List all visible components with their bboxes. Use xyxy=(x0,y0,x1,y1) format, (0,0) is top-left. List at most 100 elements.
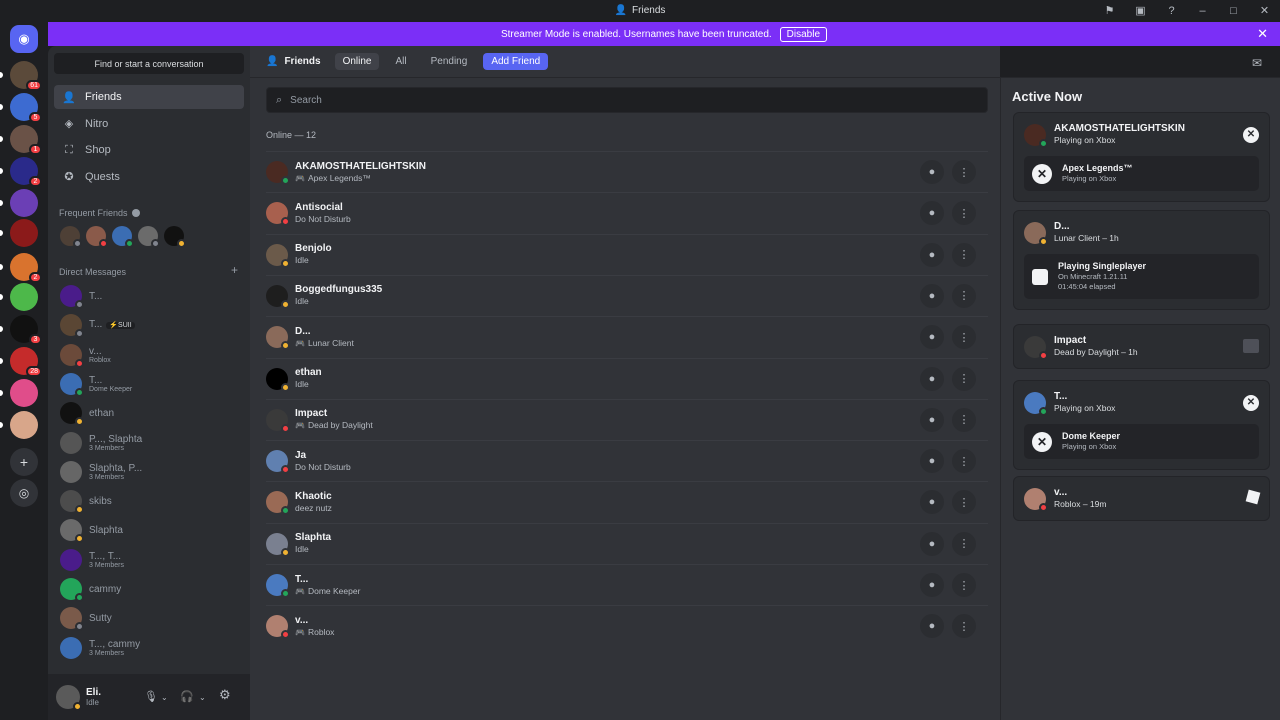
friend-row[interactable]: Antisocial Do Not Disturb ● ⋮ xyxy=(266,192,988,233)
activity-card[interactable]: v... Roblox – 19m xyxy=(1013,476,1270,521)
dm-list-item[interactable]: T..., T... 3 Members xyxy=(54,546,244,574)
friend-row[interactable]: ethan Idle ● ⋮ xyxy=(266,357,988,399)
message-icon[interactable]: ● xyxy=(920,242,944,267)
message-icon[interactable]: ● xyxy=(920,573,944,597)
dm-list-item[interactable]: T... Dome Keeper xyxy=(54,370,244,398)
friend-row[interactable]: Slaphta Idle ● ⋮ xyxy=(266,522,988,564)
friend-row[interactable]: Impact 🎮 Dead by Daylight ● ⋮ xyxy=(266,398,988,440)
friend-row[interactable]: AKAMOSTHATELIGHTSKIN 🎮 Apex Legends™ ● ⋮ xyxy=(266,151,988,192)
tab-all[interactable]: All xyxy=(387,53,414,70)
maximize-button[interactable]: □ xyxy=(1218,0,1249,21)
message-icon[interactable]: ● xyxy=(920,283,944,308)
message-icon[interactable]: ● xyxy=(920,201,944,226)
nav-item-friends[interactable]: 👤 Friends xyxy=(54,85,244,109)
friend-row[interactable]: Boggedfungus335 Idle ● ⋮ xyxy=(266,274,988,316)
new-group-dm-icon[interactable]: ✉ xyxy=(1252,56,1262,70)
dm-list-item[interactable]: v... Roblox xyxy=(54,341,244,369)
avatar[interactable] xyxy=(60,226,82,248)
add-friend-button[interactable]: Add Friend xyxy=(483,53,549,70)
dm-list-item[interactable]: Slaphta, P... 3 Members xyxy=(54,458,244,486)
settings-gear-icon[interactable]: ⚙ xyxy=(219,687,231,703)
microphone-icon[interactable]: 🎙 xyxy=(144,690,158,703)
activity-card[interactable]: D... Lunar Client – 1h Playing Singleplaye… xyxy=(1013,210,1270,310)
minimize-button[interactable]: – xyxy=(1187,0,1218,21)
disable-button[interactable]: Disable xyxy=(779,26,828,42)
discord-home-button[interactable]: ◉ xyxy=(10,25,38,53)
more-options-icon[interactable]: ⋮ xyxy=(952,160,976,184)
add-server-button[interactable]: + xyxy=(10,448,38,476)
activity-card[interactable]: T... Playing on Xbox ✕ ✕ Dome Keeper Playing … xyxy=(1013,380,1270,470)
nav-item-shop[interactable]: ⛶ Shop xyxy=(54,138,244,162)
avatar[interactable] xyxy=(138,226,160,248)
server-icon[interactable] xyxy=(10,189,38,217)
message-icon[interactable]: ● xyxy=(920,449,944,474)
friend-row[interactable]: Benjolo Idle ● ⋮ xyxy=(266,233,988,275)
discover-icon[interactable]: ◎ xyxy=(10,479,38,507)
server-icon[interactable] xyxy=(10,379,38,407)
dm-list-item[interactable]: ethan xyxy=(54,399,244,427)
more-options-icon[interactable]: ⋮ xyxy=(952,407,976,432)
nav-item-nitro[interactable]: ◈ Nitro xyxy=(54,112,244,136)
dm-list-item[interactable]: cammy xyxy=(54,575,244,603)
dm-list-item[interactable]: T..., cammy 3 Members xyxy=(54,634,244,662)
server-icon[interactable]: 2 xyxy=(10,253,42,283)
chevron-down-icon[interactable]: ⌄ xyxy=(161,693,168,702)
create-dm-button[interactable]: + xyxy=(231,263,238,277)
dm-list-item[interactable]: P..., Slaphta 3 Members xyxy=(54,429,244,457)
friends-search-input[interactable]: ⌕ Search xyxy=(266,87,988,113)
friend-row[interactable]: D... 🎮 Lunar Client ● ⋮ xyxy=(266,316,988,357)
more-options-icon[interactable]: ⋮ xyxy=(952,242,976,267)
more-options-icon[interactable]: ⋮ xyxy=(952,449,976,474)
server-icon[interactable] xyxy=(10,283,38,311)
server-icon[interactable]: 28 xyxy=(10,347,42,377)
friend-row[interactable]: Khaotic deez nutz ● ⋮ xyxy=(266,481,988,522)
more-options-icon[interactable]: ⋮ xyxy=(952,490,976,515)
activity-card[interactable]: Impact Dead by Daylight – 1h xyxy=(1013,324,1270,369)
more-options-icon[interactable]: ⋮ xyxy=(952,201,976,226)
chevron-down-icon[interactable]: ⌄ xyxy=(199,693,206,702)
message-icon[interactable]: ● xyxy=(920,325,944,350)
find-conversation-input[interactable]: Find or start a conversation xyxy=(54,53,244,74)
inbox-flag-icon[interactable]: ⚑ xyxy=(1094,0,1125,21)
message-icon[interactable]: ● xyxy=(920,160,944,184)
server-icon[interactable]: 5 xyxy=(10,93,42,123)
close-window-button[interactable]: ✕ xyxy=(1249,0,1280,21)
more-options-icon[interactable]: ⋮ xyxy=(952,366,976,391)
avatar[interactable] xyxy=(164,226,186,248)
more-options-icon[interactable]: ⋮ xyxy=(952,325,976,350)
activity-card[interactable]: AKAMOSTHATELIGHTSKIN Playing on Xbox ✕ ✕ Ape… xyxy=(1013,112,1270,202)
message-icon[interactable]: ● xyxy=(920,407,944,432)
server-icon[interactable]: 61 xyxy=(10,61,42,91)
server-icon[interactable]: 3 xyxy=(10,315,42,345)
avatar[interactable] xyxy=(86,226,108,248)
friend-row[interactable]: Ja Do Not Disturb ● ⋮ xyxy=(266,440,988,481)
more-options-icon[interactable]: ⋮ xyxy=(952,531,976,556)
screen-share-icon[interactable]: ▣ xyxy=(1125,0,1156,21)
server-icon[interactable]: 1 xyxy=(10,125,42,155)
nav-item-quests[interactable]: ✪ Quests xyxy=(54,165,244,189)
server-icon[interactable] xyxy=(10,411,38,439)
tab-pending[interactable]: Pending xyxy=(423,53,476,70)
headphones-icon[interactable]: 🎧 xyxy=(180,690,194,703)
dm-list-item[interactable]: skibs xyxy=(54,487,244,515)
more-options-icon[interactable]: ⋮ xyxy=(952,614,976,639)
close-icon[interactable]: ✕ xyxy=(1257,26,1268,42)
avatar[interactable] xyxy=(56,685,82,711)
dm-list-item[interactable]: T... xyxy=(54,282,244,310)
message-icon[interactable]: ● xyxy=(920,366,944,391)
server-icon[interactable]: 2 xyxy=(10,157,42,187)
message-icon[interactable]: ● xyxy=(920,614,944,639)
dm-list-item[interactable]: Sutty xyxy=(54,604,244,632)
avatar[interactable] xyxy=(112,226,134,248)
dm-list-item[interactable]: T... ⚡SUII xyxy=(54,311,244,339)
message-icon[interactable]: ● xyxy=(920,531,944,556)
message-icon[interactable]: ● xyxy=(920,490,944,515)
info-icon[interactable] xyxy=(131,209,140,217)
dm-list-item[interactable]: Slaphta xyxy=(54,516,244,544)
more-options-icon[interactable]: ⋮ xyxy=(952,283,976,308)
server-icon[interactable] xyxy=(10,219,38,247)
help-icon[interactable]: ? xyxy=(1156,0,1187,21)
more-options-icon[interactable]: ⋮ xyxy=(952,573,976,597)
tab-online[interactable]: Online xyxy=(334,53,380,70)
friend-row[interactable]: v... 🎮 Roblox ● ⋮ xyxy=(266,605,988,646)
